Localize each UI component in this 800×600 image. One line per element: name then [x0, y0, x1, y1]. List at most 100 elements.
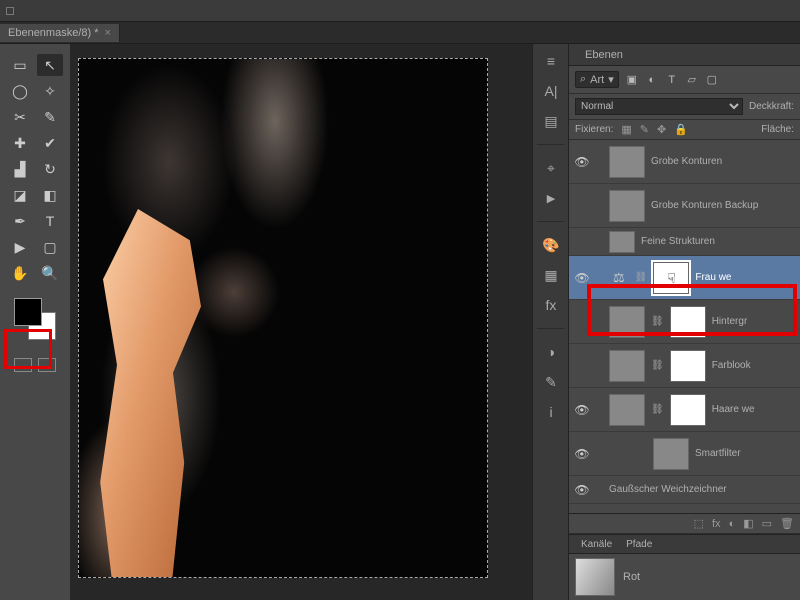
layer-row[interactable]: Grobe Konturen Backup	[569, 184, 800, 228]
zoom-tool-icon[interactable]: 🔍	[37, 262, 63, 284]
search-icon: ⌕	[580, 73, 586, 86]
eraser-tool-icon[interactable]: ◪	[7, 184, 33, 206]
collapsed-panel-strip: ≡ A| ▤ ⌖ ▶ 🎨 ▦ fx ◑ ✎ i	[532, 44, 568, 600]
layer-mask-thumb[interactable]	[670, 394, 706, 426]
lock-pos-icon[interactable]: ✥	[657, 123, 666, 136]
brushes-panel-icon[interactable]: ✎	[537, 371, 565, 393]
link-icon: ⛓	[651, 316, 664, 327]
foreground-swatch[interactable]	[14, 298, 42, 326]
crop-tool-icon[interactable]: ✂	[7, 106, 33, 128]
filter-type-icon[interactable]: T	[665, 74, 679, 86]
layer-thumb[interactable]	[609, 350, 645, 382]
visibility-icon[interactable]: 👁	[573, 403, 591, 417]
layer-row[interactable]: ⛓ Farblook	[569, 344, 800, 388]
layer-name: Grobe Konturen	[651, 156, 796, 167]
layer-row[interactable]: 👁 Grobe Konturen	[569, 140, 800, 184]
layer-name: Feine Strukturen	[641, 236, 796, 247]
marquee-tool-icon[interactable]: ▭	[7, 54, 33, 76]
layer-row[interactable]: 👁⛓Haare we	[569, 388, 800, 432]
eyedropper-tool-icon[interactable]: ✎	[37, 106, 63, 128]
filter-smart-icon[interactable]: ▢	[705, 73, 719, 86]
visibility-icon[interactable]: 👁	[573, 271, 591, 285]
group-icon[interactable]: ▭	[762, 517, 772, 530]
channel-row[interactable]: Rot	[569, 554, 800, 600]
hand-tool-icon[interactable]: ✋	[7, 262, 33, 284]
filter-pixel-icon[interactable]: ▣	[625, 73, 639, 86]
adjustment-layer-icon[interactable]: ◧	[743, 517, 753, 530]
layers-tab[interactable]: Ebenen	[577, 47, 631, 63]
adjustments-panel-icon[interactable]: ◑	[537, 341, 565, 363]
filter-shape-icon[interactable]: ▱	[685, 73, 699, 86]
canvas[interactable]	[78, 58, 488, 578]
link-icon: ⛓	[651, 360, 664, 371]
layer-thumb[interactable]	[609, 231, 635, 253]
mask-icon[interactable]: ◐	[729, 518, 736, 530]
document-title: Ebenenmaske/8) *	[8, 27, 99, 39]
history-panel-icon[interactable]: ≡	[537, 50, 565, 72]
close-icon[interactable]: ×	[105, 27, 111, 39]
fx-icon[interactable]: fx	[712, 518, 721, 530]
properties-panel-icon[interactable]: fx	[537, 294, 565, 316]
toolbox: ▭ ↖ ◯ ✧ ✂ ✎ ✚ ✔ ▟ ↻ ◪ ◧ ✒ T ▶ ▢ ✋ 🔍	[0, 44, 70, 600]
lock-label: Fixieren:	[575, 124, 613, 135]
info-panel-icon[interactable]: i	[537, 401, 565, 423]
quickmask-icon[interactable]	[14, 358, 32, 372]
layer-row[interactable]: 👁 Gaußscher Weichzeichner	[569, 476, 800, 504]
styles-panel-icon[interactable]: ▤	[537, 110, 565, 132]
path-select-tool-icon[interactable]: ▶	[7, 236, 33, 258]
channel-thumb	[575, 558, 615, 596]
visibility-icon[interactable]: 👁	[573, 155, 591, 169]
brush-tool-icon[interactable]: ✔	[37, 132, 63, 154]
layer-filter[interactable]: ⌕ Art ▾	[575, 71, 619, 88]
balance-icon: ⚖	[609, 270, 629, 286]
shape-tool-icon[interactable]: ▢	[37, 236, 63, 258]
screenmode-icon[interactable]	[38, 358, 56, 372]
layer-thumb[interactable]	[609, 306, 645, 338]
trash-icon[interactable]: 🗑	[780, 517, 794, 530]
layer-row[interactable]: 👁⚖⛓☟Frau we	[569, 256, 800, 300]
layer-thumb[interactable]	[653, 438, 689, 470]
visibility-icon[interactable]: 👁	[573, 483, 591, 497]
actions-panel-icon[interactable]: ▶	[537, 187, 565, 209]
type-tool-icon[interactable]: T	[37, 210, 63, 232]
move-tool-icon[interactable]: ↖	[37, 54, 63, 76]
link-layers-icon[interactable]: ⬚	[694, 517, 704, 530]
canvas-area[interactable]	[70, 44, 532, 600]
channels-tab[interactable]: Kanäle	[575, 538, 618, 551]
character-panel-icon[interactable]: A|	[537, 80, 565, 102]
layer-thumb[interactable]	[609, 190, 645, 222]
lasso-tool-icon[interactable]: ◯	[7, 80, 33, 102]
lock-paint-icon[interactable]: ✎	[640, 123, 649, 136]
wand-tool-icon[interactable]: ✧	[37, 80, 63, 102]
layer-name: Haare we	[712, 404, 796, 415]
paths-tab[interactable]: Pfade	[620, 538, 658, 551]
grip-icon	[6, 7, 14, 15]
filter-adjust-icon[interactable]: ◐	[645, 74, 659, 86]
layer-mask-thumb[interactable]: ☟	[653, 262, 689, 294]
color-swatches[interactable]	[14, 298, 56, 340]
blend-mode-select[interactable]: Normal	[575, 98, 743, 115]
visibility-icon[interactable]: 👁	[573, 447, 591, 461]
gradient-tool-icon[interactable]: ◧	[37, 184, 63, 206]
chevron-down-icon: ▾	[608, 73, 614, 86]
layer-row[interactable]: 👁Smartfilter	[569, 432, 800, 476]
document-tab[interactable]: Ebenenmaske/8) * ×	[0, 24, 120, 42]
layer-thumb[interactable]	[609, 146, 645, 178]
layer-name: Frau we	[695, 272, 796, 283]
layer-name: Farblook	[712, 360, 796, 371]
stamp-tool-icon[interactable]: ▟	[7, 158, 33, 180]
lock-all-icon[interactable]: 🔒	[674, 123, 688, 136]
history-brush-tool-icon[interactable]: ↻	[37, 158, 63, 180]
navigator-panel-icon[interactable]: ⌖	[537, 157, 565, 179]
layer-mask-thumb[interactable]	[670, 306, 706, 338]
swatches-panel-icon[interactable]: ▦	[537, 264, 565, 286]
color-panel-icon[interactable]: 🎨	[537, 234, 565, 256]
layer-row[interactable]: Feine Strukturen	[569, 228, 800, 256]
layer-row[interactable]: ⛓Hintergr	[569, 300, 800, 344]
lock-trans-icon[interactable]: ▦	[621, 123, 631, 136]
heal-tool-icon[interactable]: ✚	[7, 132, 33, 154]
layer-thumb[interactable]	[609, 394, 645, 426]
layer-name: Gaußscher Weichzeichner	[609, 484, 796, 495]
layer-mask-thumb[interactable]	[670, 350, 706, 382]
pen-tool-icon[interactable]: ✒	[7, 210, 33, 232]
